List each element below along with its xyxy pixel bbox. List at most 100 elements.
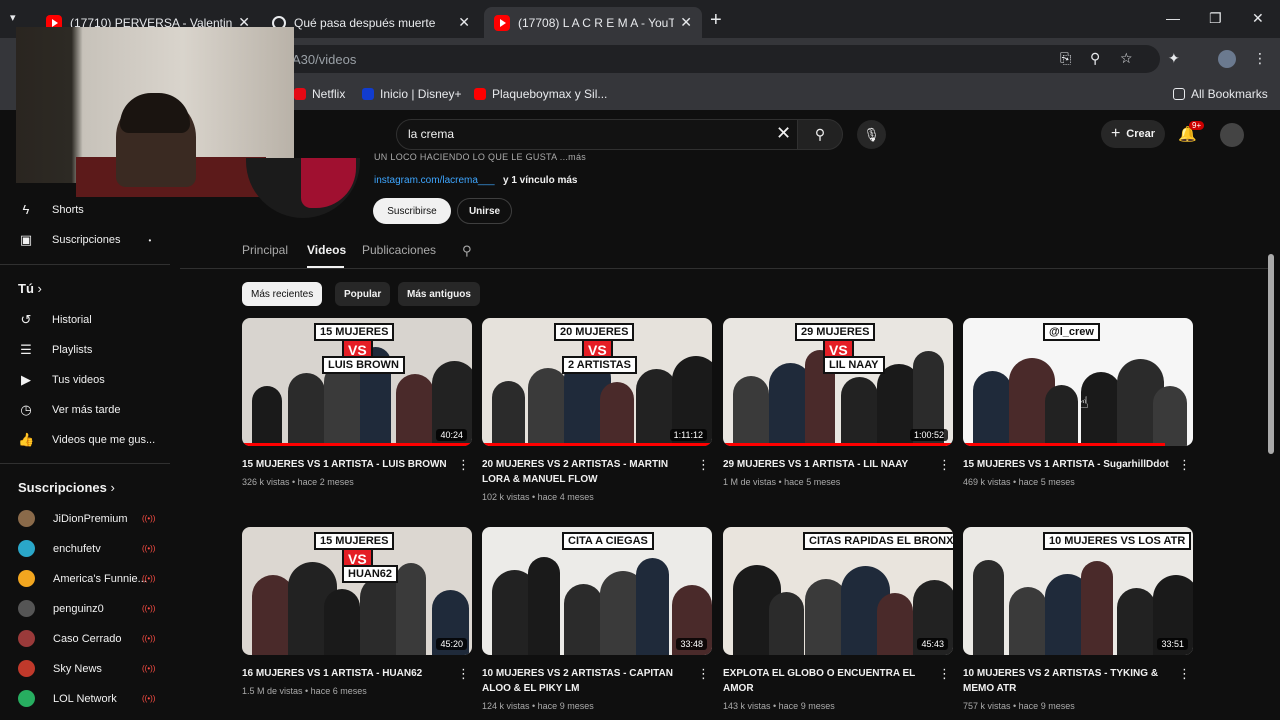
video-card[interactable]: CITAS RAPIDAS EL BRONX 45:43 EXPLOTA EL GL… <box>723 527 953 711</box>
subscription-item[interactable]: America's Funnie... ((•)) <box>18 570 155 587</box>
video-card[interactable]: 10 MUJERES VS LOS ATR 33:51 10 MUJERES VS … <box>963 527 1193 711</box>
bookmark-netflix[interactable]: Netflix <box>294 87 345 101</box>
sidebar-divider <box>0 264 170 265</box>
new-tab-icon[interactable]: + <box>710 9 722 32</box>
more-actions-icon[interactable]: ⋮ <box>1178 666 1191 682</box>
thumbnail-banner-text: 2 ARTISTAS <box>562 356 637 374</box>
browser-menu-icon[interactable]: ⋮ <box>1253 50 1267 67</box>
search-button[interactable]: ⚲ <box>797 119 843 150</box>
video-title[interactable]: 20 MUJERES VS 2 ARTISTAS - MARTIN LORA &… <box>482 457 688 487</box>
subscribe-button[interactable]: Suscribirse <box>373 198 451 224</box>
channel-avatar[interactable] <box>246 158 360 218</box>
video-card[interactable]: 20 MUJERES VS 2 ARTISTAS 1:11:12 20 MUJERES … <box>482 318 712 502</box>
notification-badge: 9+ <box>1189 121 1205 130</box>
all-bookmarks[interactable]: All Bookmarks <box>1173 87 1268 101</box>
search-input[interactable] <box>396 119 798 150</box>
profile-icon[interactable] <box>1218 50 1236 68</box>
sidebar-you-header[interactable]: Tú › <box>18 281 42 296</box>
more-actions-icon[interactable]: ⋮ <box>697 457 710 473</box>
more-actions-icon[interactable]: ⋮ <box>938 666 951 682</box>
video-title[interactable]: 29 MUJERES VS 1 ARTISTA - LIL NAAY <box>723 457 929 472</box>
thumbnail-figure <box>288 373 325 446</box>
chip-popular[interactable]: Popular <box>335 282 391 306</box>
chip-oldest[interactable]: Más antiguos <box>398 282 480 306</box>
more-actions-icon[interactable]: ⋮ <box>457 457 470 473</box>
video-thumbnail[interactable]: CITAS RAPIDAS EL BRONX 45:43 <box>723 527 953 655</box>
voice-search-button[interactable]: 🎙 <box>857 120 886 149</box>
more-actions-icon[interactable]: ⋮ <box>938 457 951 473</box>
channel-more-links[interactable]: y 1 vínculo más <box>503 175 577 186</box>
close-window-icon[interactable]: ✕ <box>1252 10 1264 27</box>
video-title[interactable]: 15 MUJERES VS 1 ARTISTA - SugarhillDdot <box>963 457 1169 472</box>
video-duration: 33:51 <box>1157 638 1188 650</box>
sidebar-item-liked-videos[interactable]: 👍 Videos que me gus... <box>18 432 155 448</box>
channel-link[interactable]: instagram.com/lacrema___ <box>374 175 495 186</box>
bookmark-star-icon[interactable]: ☆ <box>1120 50 1133 67</box>
browser-tab-2[interactable]: Qué pasa después muerte ✕ <box>262 7 480 38</box>
subscription-item[interactable]: penguinz0 ((•)) <box>18 600 155 617</box>
video-thumbnail[interactable]: 15 MUJERES VS HUAN62 45:20 <box>242 527 472 655</box>
video-title[interactable]: 16 MUJERES VS 1 ARTISTA - HUAN62 <box>242 666 448 681</box>
video-thumbnail[interactable]: 29 MUJERES VS LIL NAAY 1:00:52 <box>723 318 953 446</box>
search-query[interactable]: la crema <box>408 127 454 141</box>
channel-search-icon[interactable]: ⚲ <box>462 243 472 259</box>
video-title[interactable]: 10 MUJERES VS 2 ARTISTAS - CAPITAN ALOO … <box>482 666 688 696</box>
video-thumbnail[interactable]: 15 MUJERES VS LUIS BROWN 40:24 <box>242 318 472 446</box>
close-tab-icon[interactable]: ✕ <box>680 14 692 31</box>
video-thumbnail[interactable]: 10 MUJERES VS LOS ATR 33:51 <box>963 527 1193 655</box>
tab-principal[interactable]: Principal <box>242 243 288 257</box>
video-title[interactable]: 10 MUJERES VS 2 ARTISTAS - TYKING & MEMO… <box>963 666 1169 696</box>
sidebar-item-subscriptions[interactable]: ▣ Suscripciones • <box>18 232 151 248</box>
bookmark-disney[interactable]: Inicio | Disney+ <box>362 87 462 101</box>
minimize-icon[interactable]: — <box>1166 10 1180 26</box>
sidebar-item-your-videos[interactable]: ▶ Tus videos <box>18 372 105 388</box>
account-avatar[interactable] <box>1220 123 1244 147</box>
zoom-icon[interactable]: ⚲ <box>1090 50 1100 67</box>
more-actions-icon[interactable]: ⋮ <box>457 666 470 682</box>
tab-publicaciones[interactable]: Publicaciones <box>362 243 436 257</box>
sidebar-item-history[interactable]: ↺ Historial <box>18 312 92 328</box>
sidebar-item-playlists[interactable]: ☰ Playlists <box>18 342 92 358</box>
channel-description[interactable]: UN LOCO HACIENDO LO QUE LE GUSTA ...más <box>374 152 586 162</box>
channel-avatar-icon <box>18 630 35 647</box>
thumbnail-figure <box>973 560 1004 655</box>
video-title[interactable]: 15 MUJERES VS 1 ARTISTA - LUIS BROWN <box>242 457 448 472</box>
video-card[interactable]: @l_crew 15 MUJERES VS 1 ARTISTA - Sugarhi… <box>963 318 1193 487</box>
browser-tab-3[interactable]: (17708) L A C R E M A - YouTub ✕ <box>484 7 702 38</box>
subscription-item[interactable]: JiDionPremium ((•)) <box>18 510 155 527</box>
join-button[interactable]: Unirse <box>457 198 512 224</box>
address-bar[interactable] <box>280 45 1160 73</box>
address-url[interactable]: A30/videos <box>292 52 356 67</box>
scrollbar[interactable] <box>1268 254 1274 454</box>
video-thumbnail[interactable]: @l_crew <box>963 318 1193 446</box>
tab-videos[interactable]: Videos <box>307 243 346 257</box>
video-thumbnail[interactable]: CITA A CIEGAS 33:48 <box>482 527 712 655</box>
maximize-icon[interactable]: ❐ <box>1209 10 1222 27</box>
bookmark-plaqueboymax[interactable]: Plaqueboymax y Sil... <box>474 87 607 101</box>
sidebar-item-watch-later[interactable]: ◷ Ver más tarde <box>18 402 120 418</box>
subscription-item[interactable]: Sky News ((•)) <box>18 660 155 677</box>
tab-search-icon[interactable]: ▾ <box>10 11 16 24</box>
extensions-icon[interactable]: ✦ <box>1168 50 1180 67</box>
subscription-item[interactable]: enchufetv ((•)) <box>18 540 155 557</box>
mouse-cursor-icon: ☝ <box>1079 395 1089 412</box>
video-card[interactable]: 29 MUJERES VS LIL NAAY 1:00:52 29 MUJERES VS… <box>723 318 953 487</box>
video-card[interactable]: 15 MUJERES VS HUAN62 45:20 16 MUJERES VS 1 A… <box>242 527 472 696</box>
clear-search-icon[interactable]: ✕ <box>776 123 791 144</box>
subscription-item[interactable]: Caso Cerrado ((•)) <box>18 630 155 647</box>
video-title[interactable]: EXPLOTA EL GLOBO O ENCUENTRA EL AMOR <box>723 666 929 696</box>
create-button[interactable]: + Crear <box>1101 120 1165 148</box>
subscription-item[interactable]: LOL Network ((•)) <box>18 690 155 707</box>
close-tab-icon[interactable]: ✕ <box>458 14 470 31</box>
install-app-icon[interactable]: ⎘ <box>1060 50 1071 67</box>
sidebar-item-shorts[interactable]: ϟ Shorts <box>18 202 84 217</box>
video-thumbnail[interactable]: 20 MUJERES VS 2 ARTISTAS 1:11:12 <box>482 318 712 446</box>
sidebar-subscriptions-header[interactable]: Suscripciones › <box>18 480 115 495</box>
more-actions-icon[interactable]: ⋮ <box>1178 457 1191 473</box>
video-card[interactable]: 15 MUJERES VS LUIS BROWN 40:24 15 MUJERES VS… <box>242 318 472 487</box>
more-actions-icon[interactable]: ⋮ <box>697 666 710 682</box>
video-title-block: 29 MUJERES VS 1 ARTISTA - LIL NAAY 1 M de… <box>723 457 929 490</box>
plus-icon: + <box>1110 125 1121 142</box>
chip-recent[interactable]: Más recientes <box>242 282 323 306</box>
video-card[interactable]: CITA A CIEGAS 33:48 10 MUJERES VS 2 ARTIST… <box>482 527 712 711</box>
